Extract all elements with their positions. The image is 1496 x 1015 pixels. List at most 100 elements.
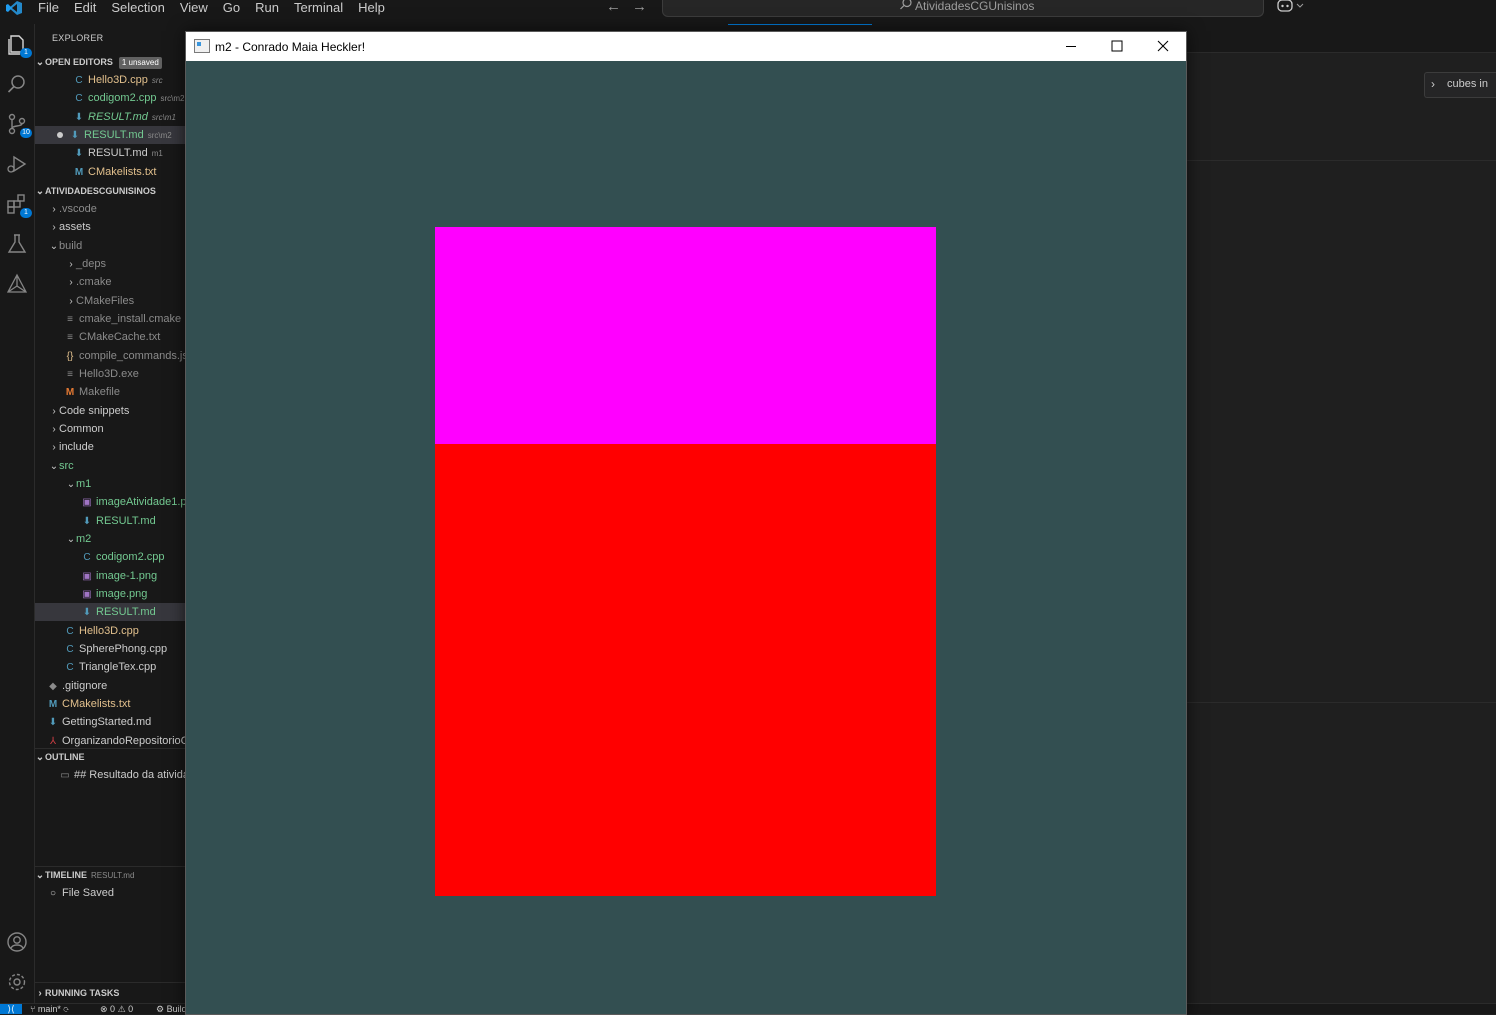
opengl-window: m2 - Conrado Maia Heckler! xyxy=(185,31,1187,1015)
tree-folder[interactable]: ⌄src xyxy=(35,457,185,475)
timeline-item[interactable]: ○ File Saved xyxy=(35,884,185,902)
chevron-right-icon: › xyxy=(38,988,42,999)
outline-item[interactable]: ▭## Resultado da atividade xyxy=(35,766,185,784)
panel-divider xyxy=(1186,702,1496,703)
markdown-file-icon: ⬇ xyxy=(70,130,80,141)
tree-file-selected[interactable]: ⬇ RESULT.md xyxy=(35,603,185,621)
run-debug-icon[interactable] xyxy=(5,152,29,176)
timeline-header[interactable]: ⌄TIMELINE RESULT.md xyxy=(35,866,185,884)
app-window-icon xyxy=(194,39,210,53)
tree-folder[interactable]: ⌄m2 xyxy=(35,530,185,548)
editor-pane xyxy=(1186,53,1496,1003)
tree-file[interactable]: ⬇ GettingStarted.md xyxy=(35,713,185,731)
menu-selection[interactable]: Selection xyxy=(111,0,164,15)
cmake-icon[interactable] xyxy=(5,272,29,296)
tree-folder[interactable]: › Common xyxy=(35,420,185,438)
unsaved-badge: 1 unsaved xyxy=(118,57,162,69)
forward-arrow-icon[interactable]: → xyxy=(632,0,647,15)
tree-folder[interactable]: › .cmake xyxy=(35,273,185,291)
search-icon[interactable] xyxy=(5,72,29,96)
tree-file[interactable]: ▣ image-1.png xyxy=(35,567,185,585)
command-center-search[interactable]: AtividadesCGUnisinos xyxy=(662,0,1264,17)
testing-icon[interactable] xyxy=(5,232,29,256)
extensions-icon[interactable]: 1 xyxy=(5,192,32,218)
open-editor-item[interactable]: M CMakelists.txt xyxy=(35,163,185,181)
tree-file[interactable]: C Hello3D.cpp xyxy=(35,622,185,640)
tree-file[interactable]: ▣imageAtividade1.png xyxy=(35,493,185,511)
tree-file[interactable]: C SpherePhong.cpp xyxy=(35,640,185,658)
copilot-icon[interactable] xyxy=(1276,0,1308,14)
breadcrumb[interactable]: › cubes in xyxy=(1424,72,1496,98)
tree-folder[interactable]: › Code snippets xyxy=(35,402,185,420)
cpp-file-icon: C xyxy=(66,626,74,637)
circle-icon: ○ xyxy=(49,888,57,899)
chevron-down-icon: ⌄ xyxy=(66,534,76,545)
maximize-icon xyxy=(1111,40,1123,52)
menu-help[interactable]: Help xyxy=(358,0,385,15)
open-editor-item[interactable]: C Hello3D.cpp src xyxy=(35,71,185,89)
workspace-header[interactable]: ⌄ATIVIDADESCGUNISINOS xyxy=(35,182,185,200)
menu-terminal[interactable]: Terminal xyxy=(294,0,343,15)
tree-file[interactable]: M CMakelists.txt xyxy=(35,695,185,713)
maximize-button[interactable] xyxy=(1094,32,1140,61)
open-editor-item[interactable]: ⬇ RESULT.md src\m1 xyxy=(35,108,185,126)
tree-file[interactable]: M Makefile xyxy=(35,383,185,401)
unsaved-dot-icon xyxy=(57,132,63,138)
tree-file[interactable]: ≡ cmake_install.cmake xyxy=(35,310,185,328)
chevron-right-icon: › xyxy=(69,277,73,288)
tree-file[interactable]: Ccodigom2.cpp xyxy=(35,548,185,566)
close-icon xyxy=(1157,40,1169,52)
makefile-icon: M xyxy=(65,387,75,398)
tree-folder[interactable]: › include xyxy=(35,438,185,456)
menu-go[interactable]: Go xyxy=(223,0,240,15)
tree-folder[interactable]: › assets xyxy=(35,218,185,236)
source-control-icon[interactable]: 10 xyxy=(5,112,32,138)
explorer-icon[interactable]: 1 xyxy=(5,32,32,58)
activity-bar: 1 10 1 xyxy=(0,24,35,1003)
back-arrow-icon[interactable]: ← xyxy=(606,0,621,15)
tree-file[interactable]: C TriangleTex.cpp xyxy=(35,658,185,676)
image-file-icon: ▣ xyxy=(82,589,92,600)
cpp-file-icon: C xyxy=(75,75,83,86)
chevron-right-icon: › xyxy=(1431,77,1435,91)
running-tasks-header[interactable]: › RUNNING TASKS xyxy=(35,984,185,1002)
tree-folder[interactable]: › _deps xyxy=(35,255,185,273)
tree-file[interactable]: ▣ image.png xyxy=(35,585,185,603)
explorer-badge: 1 xyxy=(20,48,32,58)
tree-folder[interactable]: › .vscode xyxy=(35,200,185,218)
open-editors-header[interactable]: ⌄OPEN EDITORS 1 unsaved xyxy=(35,53,185,71)
chevron-down-icon: ⌄ xyxy=(35,186,45,197)
manage-gear-icon[interactable] xyxy=(5,970,29,994)
breadcrumb-label: cubes in xyxy=(1447,78,1488,90)
chevron-right-icon: › xyxy=(52,204,56,215)
tree-file[interactable]: ⬇ RESULT.md xyxy=(35,512,185,530)
menu-file[interactable]: File xyxy=(38,0,59,15)
tree-file[interactable]: ≡ CMakeCache.txt xyxy=(35,328,185,346)
tree-folder[interactable]: ⌄build xyxy=(35,237,185,255)
open-editor-item[interactable]: Ccodigom2.cpp src\m2 xyxy=(35,89,185,107)
markdown-file-icon: ⬇ xyxy=(48,717,58,728)
markdown-file-icon: ⬇ xyxy=(82,516,92,527)
tree-file[interactable]: ◆ .gitignore xyxy=(35,677,185,695)
menu-view[interactable]: View xyxy=(180,0,208,15)
git-file-icon: ◆ xyxy=(49,681,57,692)
menu-run[interactable]: Run xyxy=(255,0,279,15)
minimize-button[interactable] xyxy=(1048,32,1094,61)
markdown-file-icon: ⬇ xyxy=(74,112,84,123)
active-tab-indicator xyxy=(728,24,872,25)
tree-folder[interactable]: ⌄m1 xyxy=(35,475,185,493)
tree-folder[interactable]: › CMakeFiles xyxy=(35,292,185,310)
menu-edit[interactable]: Edit xyxy=(74,0,96,15)
exe-file-icon: ≡ xyxy=(67,369,73,380)
tree-file[interactable]: ≡ Hello3D.exe xyxy=(35,365,185,383)
close-button[interactable] xyxy=(1140,32,1186,61)
outline-header[interactable]: ⌄OUTLINE xyxy=(35,748,185,766)
accounts-icon[interactable] xyxy=(5,930,29,954)
open-editor-item-active[interactable]: ⬇ RESULT.md src\m2 xyxy=(35,126,185,144)
cpp-file-icon: C xyxy=(83,552,91,563)
open-editor-item[interactable]: ⬇ RESULT.md m1 xyxy=(35,144,185,162)
magenta-cube-face xyxy=(435,227,936,444)
window-title-bar[interactable]: m2 - Conrado Maia Heckler! xyxy=(186,32,1186,61)
navigation-arrows: ← → xyxy=(606,0,658,15)
tree-file[interactable]: {}compile_commands.json xyxy=(35,347,185,365)
